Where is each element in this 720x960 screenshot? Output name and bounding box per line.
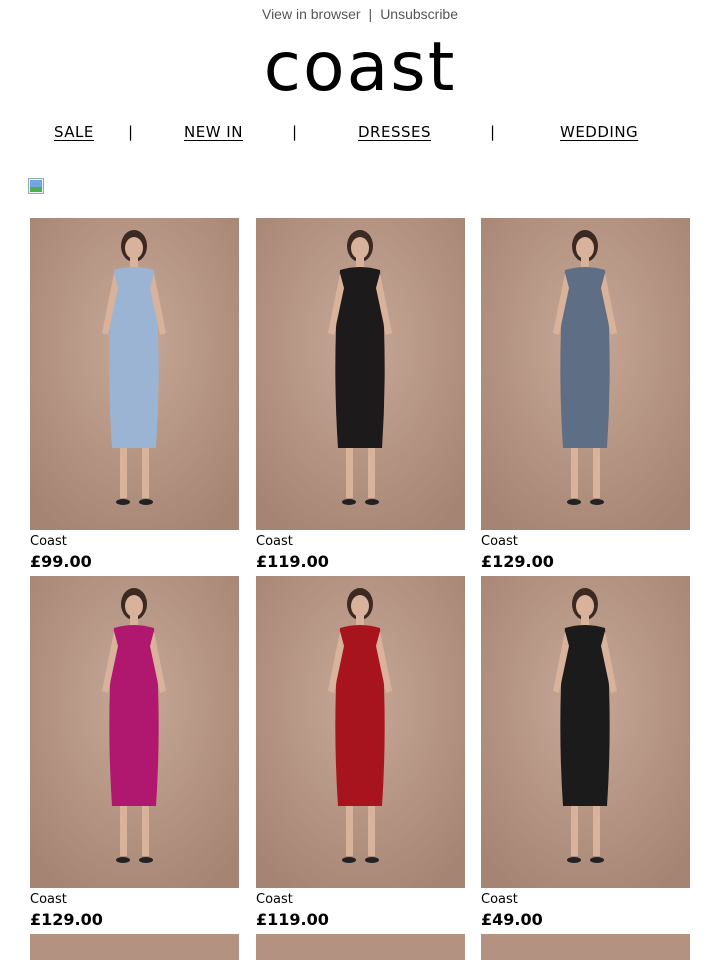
product-brand[interactable]: Coast [256,892,293,907]
nav-divider: | [292,123,298,141]
product-image[interactable] [481,934,690,960]
nav-item-wedding[interactable]: WEDDING [560,123,638,141]
product-image[interactable] [256,934,465,960]
product-image[interactable] [256,218,465,530]
product-price[interactable]: £119.00 [256,552,329,571]
view-in-browser-link[interactable]: View in browser [262,6,361,22]
product-brand[interactable]: Coast [30,534,67,549]
product-brand[interactable]: Coast [481,534,518,549]
product-brand[interactable]: Coast [30,892,67,907]
nav-item-dresses[interactable]: DRESSES [358,123,431,141]
product-brand[interactable]: Coast [481,892,518,907]
product-brand[interactable]: Coast [256,534,293,549]
product-image[interactable] [481,576,690,888]
product-price[interactable]: £49.00 [481,910,543,929]
product-image[interactable] [30,218,239,530]
product-price[interactable]: £119.00 [256,910,329,929]
product-image[interactable] [30,934,239,960]
email-header-links: View in browser | Unsubscribe [0,6,720,22]
product-price[interactable]: £129.00 [30,910,103,929]
unsubscribe-link[interactable]: Unsubscribe [380,6,458,22]
product-price[interactable]: £129.00 [481,552,554,571]
header-separator: | [368,6,373,22]
nav-divider: | [128,123,134,141]
product-image[interactable] [256,576,465,888]
main-navigation: SALE | NEW IN | DRESSES | WEDDING [0,123,720,145]
nav-item-sale[interactable]: SALE [54,123,94,141]
nav-item-new-in[interactable]: NEW IN [184,123,243,141]
nav-divider: | [490,123,496,141]
product-image[interactable] [30,576,239,888]
brand-logo[interactable]: coast [0,28,720,108]
product-price[interactable]: £99.00 [30,552,92,571]
product-image[interactable] [481,218,690,530]
broken-image-icon [28,178,48,198]
